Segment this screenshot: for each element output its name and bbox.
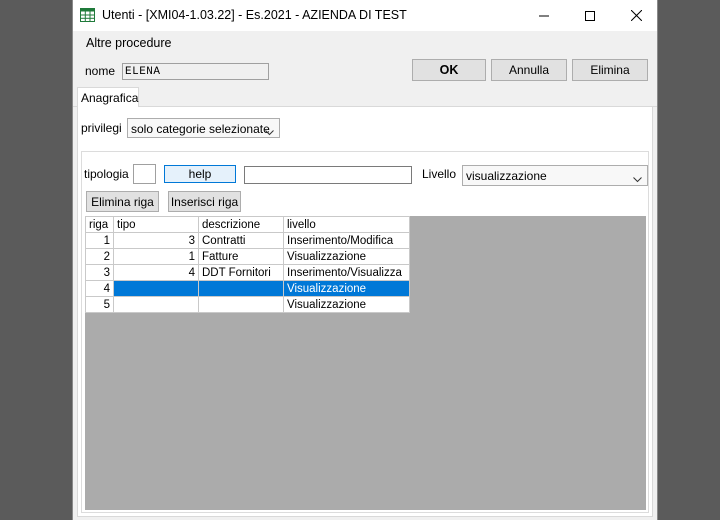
privilegi-select[interactable]: solo categorie selezionate: [127, 118, 280, 138]
close-icon: [630, 10, 642, 21]
title-bar[interactable]: Utenti - [XMI04-1.03.22] - Es.2021 - AZI…: [73, 0, 657, 31]
tipo-cell[interactable]: [113, 296, 199, 313]
chevron-down-icon: [265, 125, 274, 139]
column-header-livello[interactable]: livello: [283, 216, 410, 233]
tipologia-field[interactable]: [133, 164, 156, 184]
row-number[interactable]: 3: [85, 264, 114, 281]
column-header-tipo[interactable]: tipo: [113, 216, 199, 233]
table-row[interactable]: 5 Visualizzazione: [85, 296, 410, 313]
window-title: Utenti - [XMI04-1.03.22] - Es.2021 - AZI…: [102, 8, 407, 22]
application-window: Utenti - [XMI04-1.03.22] - Es.2021 - AZI…: [72, 0, 658, 520]
spreadsheet-icon: [80, 8, 95, 22]
table-row[interactable]: 3 4 DDT Fornitori Inserimento/Visualizza: [85, 264, 410, 281]
tipo-cell[interactable]: 3: [113, 232, 199, 249]
menu-altre-procedure[interactable]: Altre procedure: [86, 36, 171, 50]
maximize-button[interactable]: [567, 0, 613, 31]
help-button[interactable]: help: [164, 165, 236, 183]
categories-group: tipologia help Livello visualizzazione E…: [81, 151, 649, 513]
tipologia-description-field[interactable]: [244, 166, 412, 184]
insert-row-button[interactable]: Inserisci riga: [168, 191, 241, 212]
tipo-cell[interactable]: [113, 280, 199, 297]
column-header-riga[interactable]: riga: [85, 216, 114, 233]
livello-select-value: visualizzazione: [466, 169, 547, 183]
row-number[interactable]: 5: [85, 296, 114, 313]
livello-cell[interactable]: Inserimento/Modifica: [283, 232, 410, 249]
grid-header-row: riga tipo descrizione livello: [85, 216, 410, 233]
livello-cell[interactable]: Visualizzazione: [283, 296, 410, 313]
column-header-descrizione[interactable]: descrizione: [198, 216, 284, 233]
table-row-selected[interactable]: 4 Visualizzazione: [85, 280, 410, 297]
tab-anagrafica[interactable]: Anagrafica: [77, 87, 139, 107]
livello-cell[interactable]: Inserimento/Visualizza: [283, 264, 410, 281]
chevron-down-icon: [633, 172, 642, 186]
ok-button[interactable]: OK: [412, 59, 486, 81]
elimina-button[interactable]: Elimina: [572, 59, 648, 81]
descrizione-cell[interactable]: DDT Fornitori: [198, 264, 284, 281]
privileges-grid[interactable]: riga tipo descrizione livello 1 3 Contra…: [85, 216, 410, 313]
descrizione-cell[interactable]: Contratti: [198, 232, 284, 249]
tipologia-label: tipologia: [84, 167, 129, 181]
descrizione-cell[interactable]: [198, 280, 284, 297]
name-label: nome: [85, 64, 116, 78]
livello-cell[interactable]: Visualizzazione: [283, 248, 410, 265]
row-number[interactable]: 4: [85, 280, 114, 297]
livello-label: Livello: [422, 167, 457, 181]
anagrafica-tab-page: privilegi solo categorie selezionate tip…: [77, 107, 653, 517]
close-button[interactable]: [613, 0, 659, 31]
minimize-icon: [539, 15, 549, 16]
tipo-cell[interactable]: 4: [113, 264, 199, 281]
name-field[interactable]: ELENA: [122, 63, 269, 80]
annulla-button[interactable]: Annulla: [491, 59, 567, 81]
maximize-icon: [585, 10, 595, 21]
minimize-button[interactable]: [521, 0, 567, 31]
privilegi-select-value: solo categorie selezionate: [131, 122, 270, 136]
livello-select[interactable]: visualizzazione: [462, 165, 648, 186]
table-row[interactable]: 1 3 Contratti Inserimento/Modifica: [85, 232, 410, 249]
delete-row-button[interactable]: Elimina riga: [86, 191, 159, 212]
row-number[interactable]: 1: [85, 232, 114, 249]
privilegi-label: privilegi: [81, 121, 122, 135]
table-row[interactable]: 2 1 Fatture Visualizzazione: [85, 248, 410, 265]
grid-area: riga tipo descrizione livello 1 3 Contra…: [85, 216, 646, 510]
tipo-cell[interactable]: 1: [113, 248, 199, 265]
descrizione-cell[interactable]: Fatture: [198, 248, 284, 265]
livello-cell[interactable]: Visualizzazione: [283, 280, 410, 297]
row-number[interactable]: 2: [85, 248, 114, 265]
descrizione-cell[interactable]: [198, 296, 284, 313]
